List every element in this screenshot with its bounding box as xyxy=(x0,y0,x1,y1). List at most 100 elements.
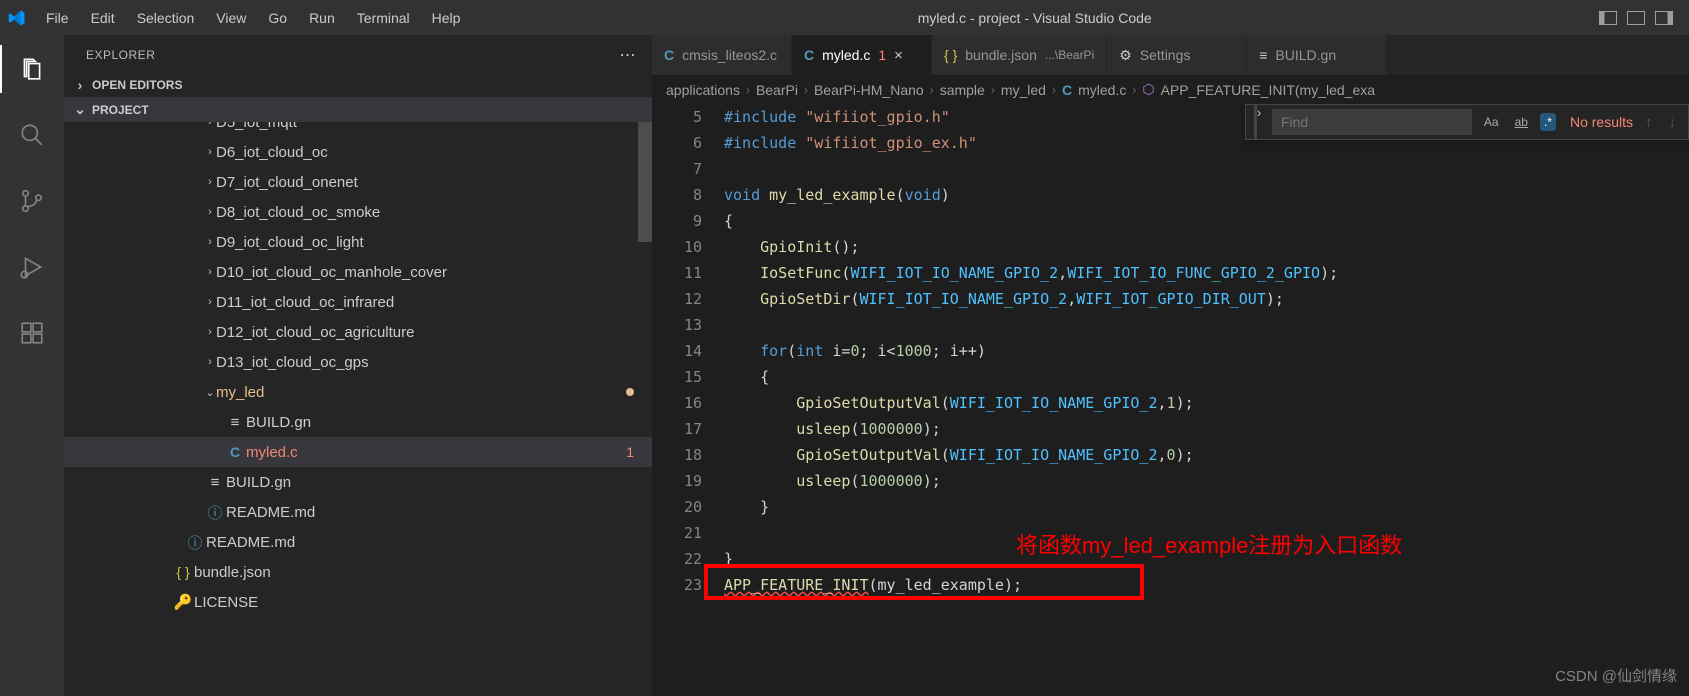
find-toggle-replace[interactable]: › xyxy=(1254,105,1260,139)
explorer-activity-icon[interactable] xyxy=(0,45,64,93)
error-badge: 1 xyxy=(626,444,634,460)
tree-item-label: bundle.json xyxy=(194,564,652,581)
c-file-icon: C xyxy=(804,47,814,63)
search-activity-icon[interactable] xyxy=(0,111,64,159)
tab-error-badge: 1 xyxy=(878,47,886,63)
scrollbar[interactable] xyxy=(638,122,652,242)
tree-item[interactable]: ›D10_iot_cloud_oc_manhole_cover xyxy=(64,257,652,287)
tree-item[interactable]: ≡BUILD.gn xyxy=(64,467,652,497)
panel-left-icon[interactable] xyxy=(1599,11,1617,25)
annotation-box xyxy=(704,564,1144,600)
chevron-icon: › xyxy=(204,296,216,308)
find-next-icon[interactable]: ↓ xyxy=(1665,114,1681,131)
menu-go[interactable]: Go xyxy=(258,6,297,30)
chevron-right-icon: › xyxy=(1052,83,1056,97)
breadcrumbs[interactable]: applications›BearPi›BearPi-HM_Nano›sampl… xyxy=(652,75,1689,104)
code-content[interactable]: #include "wifiiot_gpio.h"#include "wifii… xyxy=(724,104,1689,696)
breadcrumb-item[interactable]: applications xyxy=(666,82,740,98)
gear-icon: ⚙ xyxy=(1119,47,1132,64)
extensions-activity-icon[interactable] xyxy=(0,309,64,357)
file-tree: ›D5_iot_mqtt›D6_iot_cloud_oc›D7_iot_clou… xyxy=(64,122,652,696)
gn-file-icon: ≡ xyxy=(1259,47,1267,63)
editor-tab[interactable]: ≡BUILD.gn xyxy=(1247,35,1387,75)
chevron-icon: › xyxy=(204,266,216,278)
tree-item-label: D8_iot_cloud_oc_smoke xyxy=(216,204,652,221)
breadcrumb-item[interactable]: BearPi-HM_Nano xyxy=(814,82,924,98)
find-input[interactable] xyxy=(1272,109,1472,135)
tree-item[interactable]: Cmyled.c1 xyxy=(64,437,652,467)
annotation-text: 将函数my_led_example注册为入口函数 xyxy=(1016,528,1402,560)
tree-item[interactable]: ⓘREADME.md xyxy=(64,527,652,557)
menu-run[interactable]: Run xyxy=(299,6,345,30)
menu-help[interactable]: Help xyxy=(422,6,471,30)
breadcrumb-item[interactable]: sample xyxy=(940,82,985,98)
find-prev-icon[interactable]: ↑ xyxy=(1641,114,1657,131)
tree-item[interactable]: ≡BUILD.gn xyxy=(64,407,652,437)
find-regex-icon[interactable]: .* xyxy=(1540,113,1556,131)
menu-selection[interactable]: Selection xyxy=(127,6,205,30)
menu-bar: FileEditSelectionViewGoRunTerminalHelp xyxy=(36,6,470,30)
run-debug-activity-icon[interactable] xyxy=(0,243,64,291)
tree-item-label: README.md xyxy=(206,534,652,551)
tree-item[interactable]: ›D5_iot_mqtt xyxy=(64,122,652,137)
tree-item-label: D6_iot_cloud_oc xyxy=(216,144,652,161)
tree-item[interactable]: ›D12_iot_cloud_oc_agriculture xyxy=(64,317,652,347)
find-case-icon[interactable]: Aa xyxy=(1480,113,1503,131)
tree-item-label: D10_iot_cloud_oc_manhole_cover xyxy=(216,264,652,281)
tab-label: Settings xyxy=(1140,47,1191,63)
tab-label: cmsis_liteos2.c xyxy=(682,47,777,63)
breadcrumb-item[interactable]: BearPi xyxy=(756,82,798,98)
chevron-right-icon: › xyxy=(1132,83,1136,97)
vscode-logo-icon xyxy=(8,9,26,27)
tree-item[interactable]: ›D6_iot_cloud_oc xyxy=(64,137,652,167)
tree-item[interactable]: { }bundle.json xyxy=(64,557,652,587)
sidebar-title: EXPLORER xyxy=(86,48,155,62)
tree-item[interactable]: ›D9_iot_cloud_oc_light xyxy=(64,227,652,257)
close-icon[interactable]: × xyxy=(894,47,903,64)
project-section[interactable]: ⌄ PROJECT xyxy=(64,97,652,122)
menu-edit[interactable]: Edit xyxy=(81,6,125,30)
chevron-icon: › xyxy=(204,122,216,128)
sidebar: EXPLORER ⋯ › OPEN EDITORS ⌄ PROJECT ›D5_… xyxy=(64,35,652,696)
tree-item-label: BUILD.gn xyxy=(246,414,652,431)
json-file-icon: { } xyxy=(944,47,957,63)
chevron-right-icon: › xyxy=(74,77,86,93)
editor-tab[interactable]: Ccmsis_liteos2.c xyxy=(652,35,792,75)
tree-item[interactable]: ›D7_iot_cloud_onenet xyxy=(64,167,652,197)
md-file-icon: ⓘ xyxy=(204,502,226,523)
source-control-activity-icon[interactable] xyxy=(0,177,64,225)
editor-tab[interactable]: { }bundle.json...\BearPi xyxy=(932,35,1107,75)
panel-bottom-icon[interactable] xyxy=(1627,11,1645,25)
menu-file[interactable]: File xyxy=(36,6,79,30)
editor-tab[interactable]: ⚙ Settings xyxy=(1107,35,1247,75)
activity-bar xyxy=(0,35,64,696)
breadcrumb-item[interactable]: my_led xyxy=(1001,82,1046,98)
open-editors-section[interactable]: › OPEN EDITORS xyxy=(64,73,652,97)
tree-item[interactable]: ⌄my_led xyxy=(64,377,652,407)
tree-item-label: my_led xyxy=(216,384,626,401)
sidebar-more-icon[interactable]: ⋯ xyxy=(620,45,637,65)
tree-item-label: D5_iot_mqtt xyxy=(216,122,652,131)
find-results: No results xyxy=(1570,114,1633,130)
tree-item[interactable]: 🔑LICENSE xyxy=(64,587,652,617)
window-title: myled.c - project - Visual Studio Code xyxy=(470,10,1599,26)
watermark: CSDN @仙剑情缘 xyxy=(1555,665,1677,686)
code-editor[interactable]: 567891011121314151617181920212223 #inclu… xyxy=(652,104,1689,696)
c-file-icon: C xyxy=(664,47,674,63)
chevron-icon: › xyxy=(204,176,216,188)
find-word-icon[interactable]: ab xyxy=(1511,113,1532,131)
breadcrumb-symbol[interactable]: ⬡ APP_FEATURE_INIT(my_led_exa xyxy=(1142,81,1375,98)
editor-tab[interactable]: Cmyled.c1× xyxy=(792,35,932,75)
panel-right-icon[interactable] xyxy=(1655,11,1673,25)
tree-item[interactable]: ›D8_iot_cloud_oc_smoke xyxy=(64,197,652,227)
menu-terminal[interactable]: Terminal xyxy=(347,6,420,30)
tree-item-label: D11_iot_cloud_oc_infrared xyxy=(216,294,652,311)
breadcrumb-file[interactable]: C myled.c xyxy=(1062,82,1126,98)
tree-item[interactable]: ›D11_iot_cloud_oc_infrared xyxy=(64,287,652,317)
gn-file-icon: ≡ xyxy=(224,414,246,431)
tree-item-label: BUILD.gn xyxy=(226,474,652,491)
tree-item[interactable]: ›D13_iot_cloud_oc_gps xyxy=(64,347,652,377)
menu-view[interactable]: View xyxy=(206,6,256,30)
tree-item[interactable]: ⓘREADME.md xyxy=(64,497,652,527)
chevron-icon: › xyxy=(204,206,216,218)
